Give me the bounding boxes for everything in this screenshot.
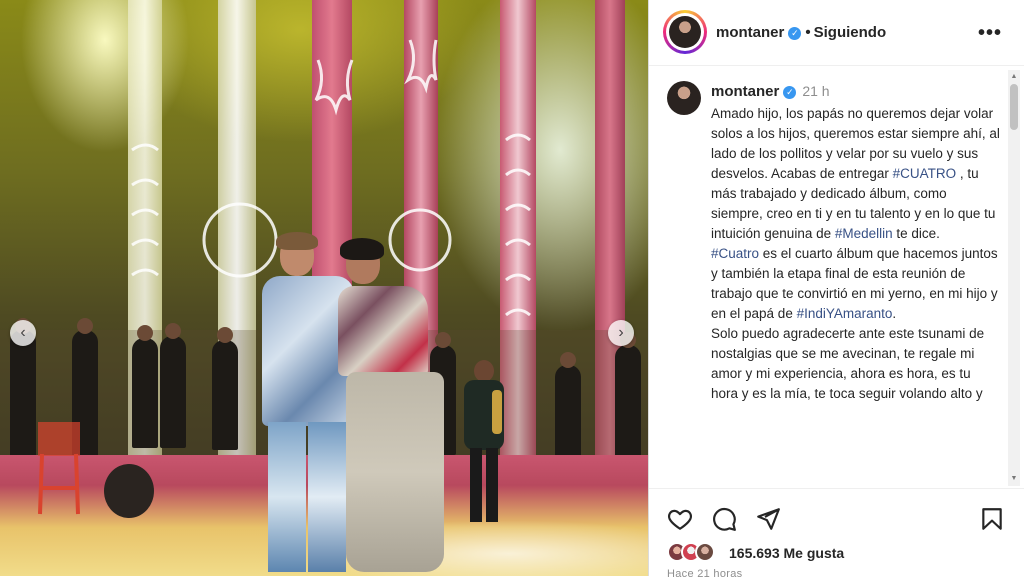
scroll-up-arrow-icon[interactable]: ▲ <box>1009 72 1019 82</box>
carousel-prev-button[interactable]: ‹ <box>10 320 36 346</box>
band-member <box>217 327 233 343</box>
separator-dot: • <box>805 24 811 41</box>
verified-badge-icon: ✓ <box>783 86 797 99</box>
author-username[interactable]: montaner <box>716 24 784 41</box>
scrollbar-thumb[interactable] <box>1010 84 1018 130</box>
post-photo: ‹ › <box>0 0 648 576</box>
caption-timestamp[interactable]: 21 h <box>802 83 829 99</box>
band-member <box>77 318 93 334</box>
more-options-icon[interactable]: ••• <box>978 22 1002 45</box>
band-member <box>137 325 153 341</box>
post-header: montaner ✓ • Siguiendo ••• <box>649 0 1024 66</box>
scroll-down-arrow-icon[interactable]: ▼ <box>1009 474 1019 484</box>
caption-avatar[interactable] <box>667 81 701 115</box>
stage-monitor <box>104 464 154 518</box>
hashtag-link[interactable]: #Medellin <box>835 226 893 241</box>
paper-plane-icon[interactable] <box>755 506 781 532</box>
post-author: montaner ✓ • Siguiendo <box>716 24 886 41</box>
caption-fragment: te dice. <box>892 226 940 241</box>
band-member <box>10 330 36 460</box>
liker-avatar <box>695 542 715 562</box>
caption-scrollbar[interactable]: ▲ ▼ <box>1008 70 1020 486</box>
avatar-image <box>669 16 701 48</box>
caption-fragment: . <box>892 306 897 321</box>
comment-icon[interactable] <box>711 506 737 532</box>
caption-text: Amado hijo, los papás no queremos dejar … <box>711 104 1001 404</box>
band-member <box>132 338 158 448</box>
post-actions: 165.693 Me gusta Hace 21 horas <box>649 488 1024 580</box>
post-details-panel: montaner ✓ • Siguiendo ••• montaner ✓ 21 h Am… <box>648 0 1024 580</box>
band-member <box>555 365 581 465</box>
caption-section: montaner ✓ 21 h Amado hijo, los papás no q… <box>649 67 1009 488</box>
saxophone-player <box>462 360 506 530</box>
hashtag-link[interactable]: #Cuatro <box>711 246 759 261</box>
chevron-left-icon: ‹ <box>20 324 26 341</box>
verified-badge-icon: ✓ <box>788 27 802 40</box>
caption-username[interactable]: montaner <box>711 83 779 100</box>
hashtag-link[interactable]: #IndiYAmaranto <box>797 306 893 321</box>
caption-body: montaner ✓ 21 h Amado hijo, los papás no q… <box>711 81 1001 404</box>
band-member <box>160 336 186 448</box>
author-avatar[interactable] <box>663 10 707 54</box>
band-member <box>615 345 641 463</box>
caption-fragment: Solo puedo agradecerte ante este tsunami… <box>711 326 985 401</box>
likes-count[interactable]: 165.693 Me gusta <box>729 545 844 561</box>
carousel-next-button[interactable]: › <box>608 320 634 346</box>
band-member <box>165 323 181 339</box>
singer-right <box>332 238 446 576</box>
stage-chair <box>38 422 80 515</box>
post-date[interactable]: Hace 21 horas <box>667 568 742 580</box>
heart-icon[interactable] <box>667 506 693 532</box>
hashtag-link[interactable]: #CUATRO <box>893 166 957 181</box>
chevron-right-icon: › <box>618 324 624 341</box>
bookmark-icon[interactable] <box>979 506 1005 532</box>
caption-header: montaner ✓ 21 h <box>711 81 1001 102</box>
band-member <box>560 352 576 368</box>
following-button[interactable]: Siguiendo <box>814 24 887 41</box>
band-member <box>212 340 238 450</box>
